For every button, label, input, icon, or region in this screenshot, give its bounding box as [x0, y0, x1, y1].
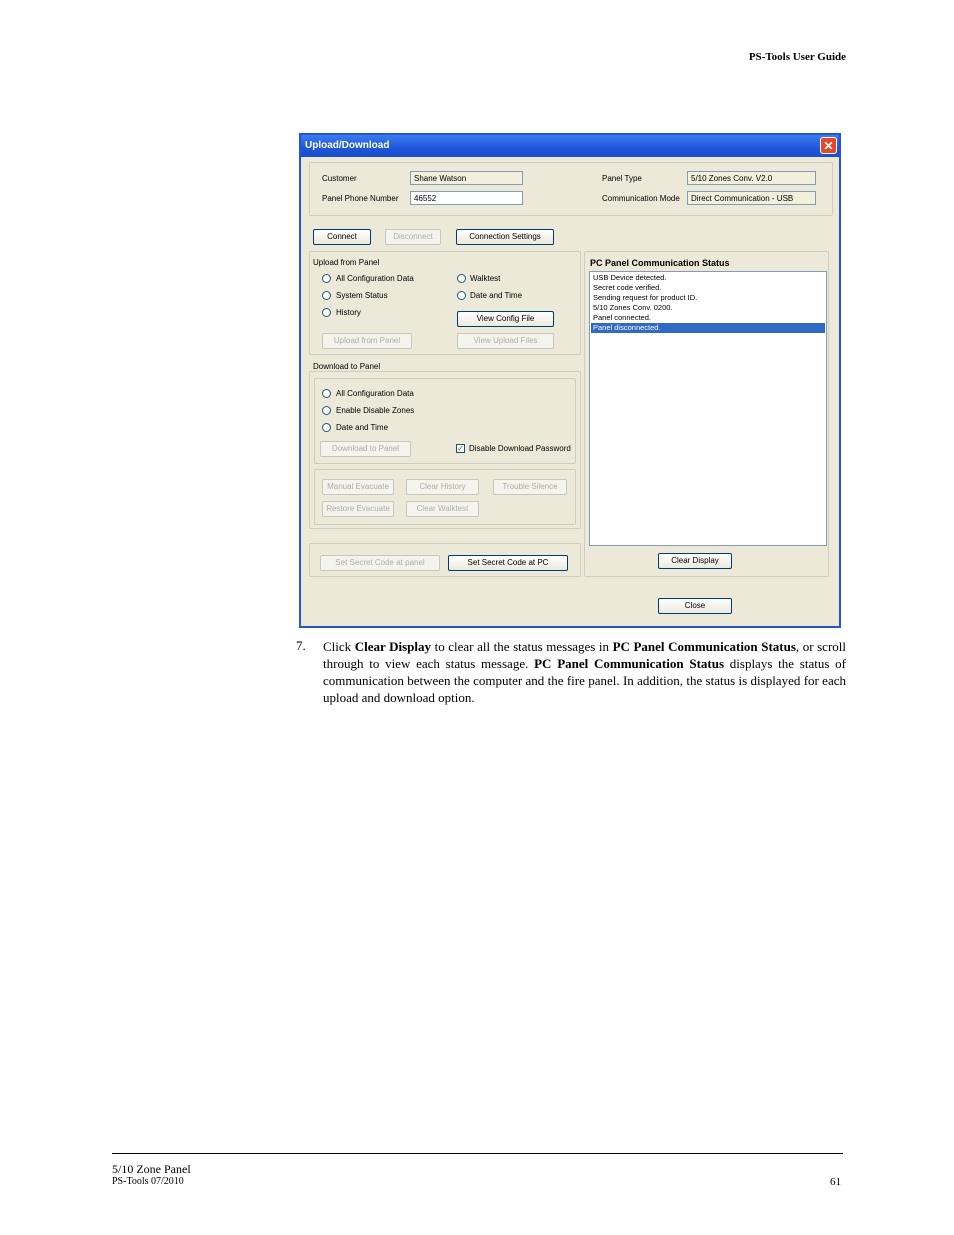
- running-header: PS-Tools User Guide: [748, 51, 846, 63]
- radio-date-time-download[interactable]: [322, 423, 331, 432]
- clear-walktest-button[interactable]: Clear Walktest: [406, 501, 479, 517]
- panel-type-label: Panel Type: [602, 174, 642, 183]
- upload-option-label: Date and Time: [470, 291, 523, 300]
- manual-evacuate-button[interactable]: Manual Evacuate: [322, 479, 394, 495]
- step-number: 7.: [296, 638, 306, 653]
- clear-history-button[interactable]: Clear History: [406, 479, 479, 495]
- page-number: 61: [830, 1176, 841, 1188]
- status-list[interactable]: USB Device detected. Secret code verifie…: [589, 271, 827, 546]
- restore-evacuate-button[interactable]: Restore Evacuate: [322, 501, 394, 517]
- status-line: Secret code verified.: [593, 283, 662, 292]
- customer-label: Customer: [322, 174, 357, 183]
- radio-all-config-upload[interactable]: [322, 274, 331, 283]
- step-text: Click: [323, 639, 355, 654]
- download-group-label: Download to Panel: [313, 362, 381, 371]
- upload-download-dialog: Upload/Download ✕ Customer Shane Watson …: [299, 133, 841, 628]
- footer-version: PS-Tools 07/2010: [112, 1176, 184, 1187]
- dialog-titlebar[interactable]: Upload/Download ✕: [301, 135, 839, 157]
- set-secret-panel-button[interactable]: Set Secret Code at panel: [320, 555, 440, 571]
- disable-download-password-label: Disable Download Password: [469, 444, 571, 453]
- download-to-panel-button[interactable]: Download to Panel: [320, 441, 411, 457]
- close-button[interactable]: Close: [658, 598, 732, 614]
- step-paragraph: Click Clear Display to clear all the sta…: [323, 638, 846, 706]
- panel-phone-field[interactable]: 46552: [410, 191, 523, 205]
- upload-option-label: Walktest: [470, 274, 501, 283]
- set-secret-pc-button[interactable]: Set Secret Code at PC: [448, 555, 568, 571]
- view-config-file-button[interactable]: View Config File: [457, 311, 554, 327]
- status-line-selected: Panel disconnected.: [591, 323, 825, 333]
- view-upload-files-button[interactable]: View Upload Files: [457, 333, 554, 349]
- radio-enable-disable-zones[interactable]: [322, 406, 331, 415]
- upload-option-label: History: [336, 308, 361, 317]
- radio-history[interactable]: [322, 308, 331, 317]
- comm-mode-field[interactable]: Direct Communication - USB: [687, 191, 816, 205]
- footer-divider: [112, 1153, 843, 1154]
- radio-date-time-upload[interactable]: [457, 291, 466, 300]
- footer-product: 5/10 Zone Panel: [112, 1162, 191, 1176]
- status-line: Sending request for product ID.: [593, 293, 698, 302]
- step-emphasis: PC Panel Communication Status: [612, 639, 796, 654]
- connection-settings-button[interactable]: Connection Settings: [456, 229, 554, 245]
- upload-option-label: All Configuration Data: [336, 274, 414, 283]
- status-line: Panel connected.: [593, 313, 651, 322]
- radio-system-status[interactable]: [322, 291, 331, 300]
- upload-from-panel-button[interactable]: Upload from Panel: [322, 333, 412, 349]
- step-text: to clear all the status messages in: [431, 639, 613, 654]
- trouble-silence-button[interactable]: Trouble Silence: [493, 479, 567, 495]
- connect-button[interactable]: Connect: [313, 229, 371, 245]
- step-emphasis: PC Panel Communication Status: [534, 656, 725, 671]
- panel-phone-label: Panel Phone Number: [322, 194, 399, 203]
- step-emphasis: Clear Display: [354, 639, 432, 654]
- download-option-label: Date and Time: [336, 423, 389, 432]
- clear-display-button[interactable]: Clear Display: [658, 553, 732, 569]
- customer-field[interactable]: Shane Watson: [410, 171, 523, 185]
- disable-download-password-checkbox[interactable]: ✓: [456, 444, 465, 453]
- dialog-title: Upload/Download: [305, 140, 390, 151]
- status-line: USB Device detected.: [593, 273, 667, 282]
- panel-type-field[interactable]: 5/10 Zones Conv. V2.0: [687, 171, 816, 185]
- disconnect-button[interactable]: Disconnect: [385, 229, 441, 245]
- status-line: 5/10 Zones Conv. 0200.: [593, 303, 673, 312]
- radio-walktest[interactable]: [457, 274, 466, 283]
- download-option-label: All Configuration Data: [336, 389, 414, 398]
- comm-mode-label: Communication Mode: [602, 194, 680, 203]
- radio-all-config-download[interactable]: [322, 389, 331, 398]
- upload-group-label: Upload from Panel: [313, 258, 380, 267]
- download-option-label: Enable Disable Zones: [336, 406, 415, 415]
- status-title: PC Panel Communication Status: [590, 258, 730, 268]
- close-icon[interactable]: ✕: [820, 137, 837, 154]
- upload-option-label: System Status: [336, 291, 388, 300]
